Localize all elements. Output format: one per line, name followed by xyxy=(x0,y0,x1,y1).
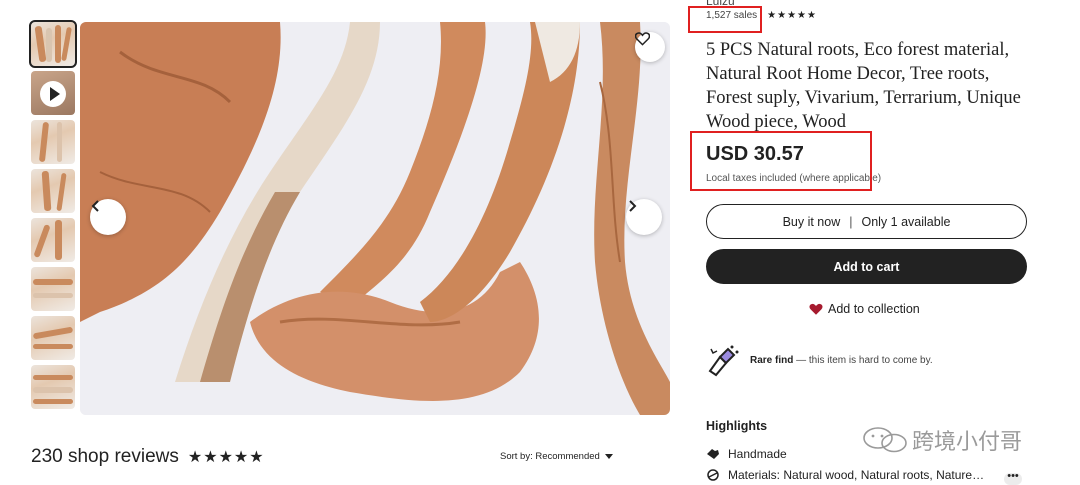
watermark: 跨境小付哥 xyxy=(862,424,1022,456)
main-product-image xyxy=(80,22,670,415)
rare-find-text: Rare find — this item is hard to come by… xyxy=(750,355,933,366)
thumbnail-strip xyxy=(29,20,77,414)
caret-down-icon xyxy=(604,453,613,459)
chevron-right-icon xyxy=(629,200,637,212)
heart-filled-icon xyxy=(809,303,823,315)
thumbnail-image-8[interactable] xyxy=(31,365,75,409)
thumbnail-image-7[interactable] xyxy=(31,316,75,360)
next-image-button[interactable] xyxy=(626,199,662,235)
annotation-box-sales xyxy=(688,6,762,33)
favorite-button[interactable] xyxy=(635,32,665,62)
rare-find-notice: Rare find — this item is hard to come by… xyxy=(706,343,933,377)
product-title: 5 PCS Natural roots, Eco forest material… xyxy=(706,40,1021,132)
wechat-icon xyxy=(863,427,907,453)
add-to-collection-button[interactable]: Add to collection xyxy=(809,302,920,316)
thumbnail-image-5[interactable] xyxy=(31,218,75,262)
thumbnail-image-4[interactable] xyxy=(31,169,75,213)
chevron-left-icon xyxy=(91,200,99,212)
thumbnail-image-3[interactable] xyxy=(31,120,75,164)
rare-find-icon xyxy=(708,345,739,377)
more-options-button[interactable]: ••• xyxy=(1004,471,1022,485)
highlights-heading: Highlights xyxy=(706,419,768,433)
thumbnail-image-6[interactable] xyxy=(31,267,75,311)
hand-icon xyxy=(707,449,719,459)
watermark-text: 跨境小付哥 xyxy=(912,430,1023,455)
add-to-cart-label: Add to cart xyxy=(833,259,900,274)
add-to-cart-button[interactable]: Add to cart xyxy=(706,249,1027,284)
heart-outline-icon xyxy=(635,32,650,46)
rare-find-description: — this item is hard to come by. xyxy=(793,354,933,366)
materials-icon xyxy=(707,469,719,481)
previous-image-button[interactable] xyxy=(90,199,126,235)
rare-find-label: Rare find xyxy=(750,354,794,366)
shop-rating-stars: ★★★★★ xyxy=(187,449,265,466)
separator: | xyxy=(849,214,853,229)
shop-reviews-header: 230 shop reviews ★★★★★ xyxy=(31,446,265,468)
annotation-box-price xyxy=(690,131,872,191)
highlight-materials: Materials: Natural wood, Natural roots, … xyxy=(706,468,984,482)
sort-dropdown[interactable]: Sort by: Recommended xyxy=(500,451,613,462)
buy-it-now-label: Buy it now xyxy=(782,214,841,229)
highlight-handmade: Handmade xyxy=(706,447,787,461)
play-icon xyxy=(40,81,66,107)
add-to-collection-label: Add to collection xyxy=(828,302,920,316)
highlight-text: Materials: Natural wood, Natural roots, … xyxy=(728,468,985,482)
buy-it-now-button[interactable]: Buy it now | Only 1 available xyxy=(706,204,1027,239)
thumbnail-video[interactable] xyxy=(31,71,75,115)
wood-roots-illustration xyxy=(80,22,670,415)
rating-stars[interactable]: ★★★★★ xyxy=(767,10,817,21)
availability-label: Only 1 available xyxy=(861,214,951,229)
sort-label: Sort by: Recommended xyxy=(500,451,600,462)
highlight-text: Handmade xyxy=(728,447,787,461)
shop-reviews-count: 230 shop reviews xyxy=(31,446,179,467)
thumbnail-image-1[interactable] xyxy=(29,20,77,68)
